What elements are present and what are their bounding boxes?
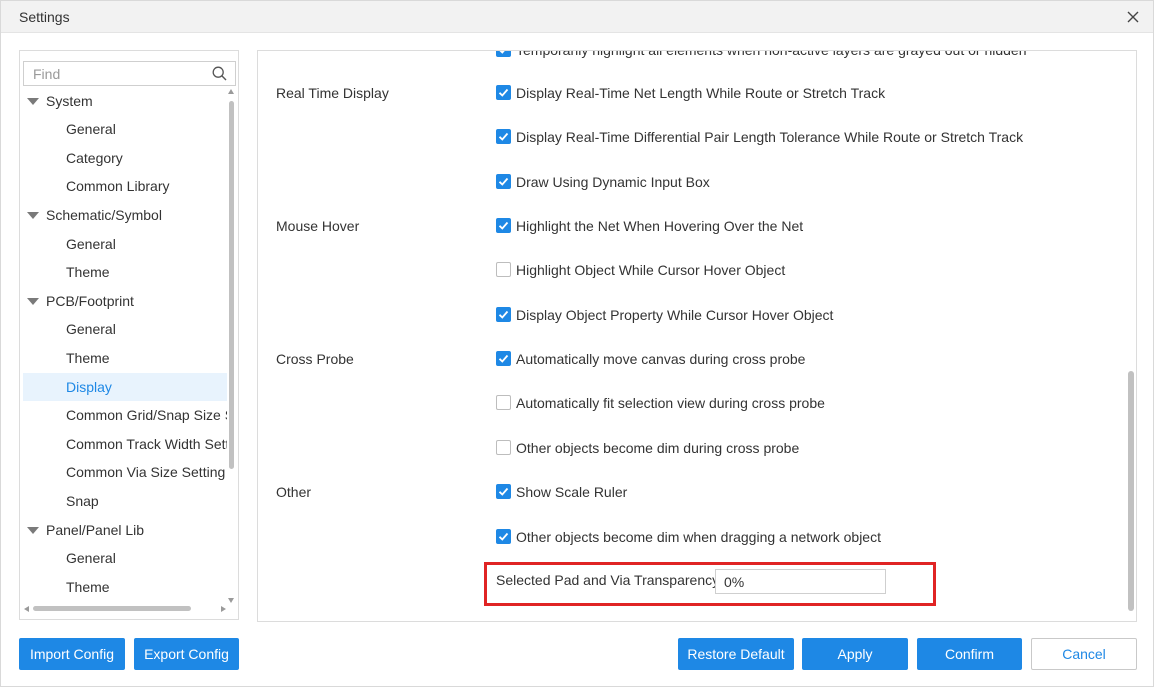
apply-button[interactable]: Apply: [802, 638, 908, 670]
search-box: [23, 61, 236, 86]
scrollbar-thumb[interactable]: [229, 101, 234, 469]
import-config-button[interactable]: Import Config: [19, 638, 125, 670]
title-bar: Settings: [1, 1, 1153, 33]
caret-down-icon[interactable]: [27, 298, 39, 305]
search-icon[interactable]: [212, 66, 227, 81]
tree-horizontal-scrollbar[interactable]: [23, 604, 227, 614]
tree-item-pcb-general[interactable]: General: [23, 316, 227, 342]
group-label-cross-probe: Cross Probe: [276, 351, 354, 367]
settings-tree: System General Category Common Library S…: [23, 87, 227, 605]
checkbox-checked-icon[interactable]: [496, 529, 511, 544]
checkbox-checked-icon[interactable]: [496, 51, 511, 57]
transparency-label: Selected Pad and Via Transparency: [496, 572, 720, 588]
tree-item-schematic-general[interactable]: General: [23, 231, 227, 257]
caret-down-icon[interactable]: [27, 527, 39, 534]
checkbox-checked-icon[interactable]: [496, 174, 511, 189]
tree-item-system-common-library[interactable]: Common Library: [23, 173, 227, 199]
transparency-input[interactable]: [715, 569, 886, 594]
scroll-right-icon[interactable]: [221, 606, 226, 612]
tree-item-pcb-display[interactable]: Display: [23, 373, 227, 401]
tree-item-panel-theme[interactable]: Theme: [23, 574, 227, 600]
cancel-button[interactable]: Cancel: [1031, 638, 1137, 670]
checkbox-checked-icon[interactable]: [496, 218, 511, 233]
scroll-down-icon[interactable]: [228, 598, 234, 603]
content-vertical-scrollbar[interactable]: [1125, 51, 1136, 621]
export-config-button[interactable]: Export Config: [134, 638, 239, 670]
tree-item-pcb-footprint[interactable]: PCB/Footprint: [23, 288, 227, 314]
settings-content: Temporarily highlight all elements when …: [257, 50, 1137, 622]
window-title: Settings: [19, 9, 70, 25]
tree-item-panel-lib[interactable]: Panel/Panel Lib: [23, 517, 227, 543]
caret-down-icon[interactable]: [27, 98, 39, 105]
scroll-left-icon[interactable]: [24, 606, 29, 612]
tree-item-panel-general[interactable]: General: [23, 545, 227, 571]
tree-item-system-general[interactable]: General: [23, 116, 227, 142]
group-label-mouse-hover: Mouse Hover: [276, 218, 360, 234]
tree-vertical-scrollbar[interactable]: [226, 87, 236, 605]
caret-down-icon[interactable]: [27, 212, 39, 219]
checkbox-unchecked-icon[interactable]: [496, 440, 511, 455]
tree-item-schematic-symbol[interactable]: Schematic/Symbol: [23, 202, 227, 228]
checkbox-checked-icon[interactable]: [496, 85, 511, 100]
checkbox-checked-icon[interactable]: [496, 351, 511, 366]
group-label-other: Other: [276, 484, 312, 500]
scrollbar-thumb[interactable]: [1128, 371, 1134, 611]
checkbox-checked-icon[interactable]: [496, 484, 511, 499]
tree-item-system-category[interactable]: Category: [23, 145, 227, 171]
group-label-real-time: Real Time Display: [276, 85, 389, 101]
confirm-button[interactable]: Confirm: [917, 638, 1022, 670]
close-icon[interactable]: [1123, 7, 1143, 27]
tree-item-pcb-snap[interactable]: Snap: [23, 488, 227, 514]
navigation-panel: System General Category Common Library S…: [19, 50, 239, 620]
tree-item-pcb-theme[interactable]: Theme: [23, 345, 227, 371]
tree-item-schematic-theme[interactable]: Theme: [23, 259, 227, 285]
settings-dialog: Settings System General Category Common …: [0, 0, 1154, 687]
tree-item-pcb-grid-snap-size[interactable]: Common Grid/Snap Size Setting: [23, 402, 227, 428]
checkbox-checked-icon[interactable]: [496, 307, 511, 322]
tree-item-system[interactable]: System: [23, 88, 227, 114]
tree-item-pcb-via-size[interactable]: Common Via Size Setting: [23, 459, 227, 485]
checkbox-unchecked-icon[interactable]: [496, 395, 511, 410]
scroll-up-icon[interactable]: [228, 89, 234, 94]
search-input[interactable]: [24, 62, 209, 85]
scrollbar-thumb[interactable]: [33, 606, 191, 611]
checkbox-checked-icon[interactable]: [496, 129, 511, 144]
tree-item-pcb-track-width[interactable]: Common Track Width Setting: [23, 431, 227, 457]
checkbox-unchecked-icon[interactable]: [496, 262, 511, 277]
restore-default-button[interactable]: Restore Default: [678, 638, 794, 670]
